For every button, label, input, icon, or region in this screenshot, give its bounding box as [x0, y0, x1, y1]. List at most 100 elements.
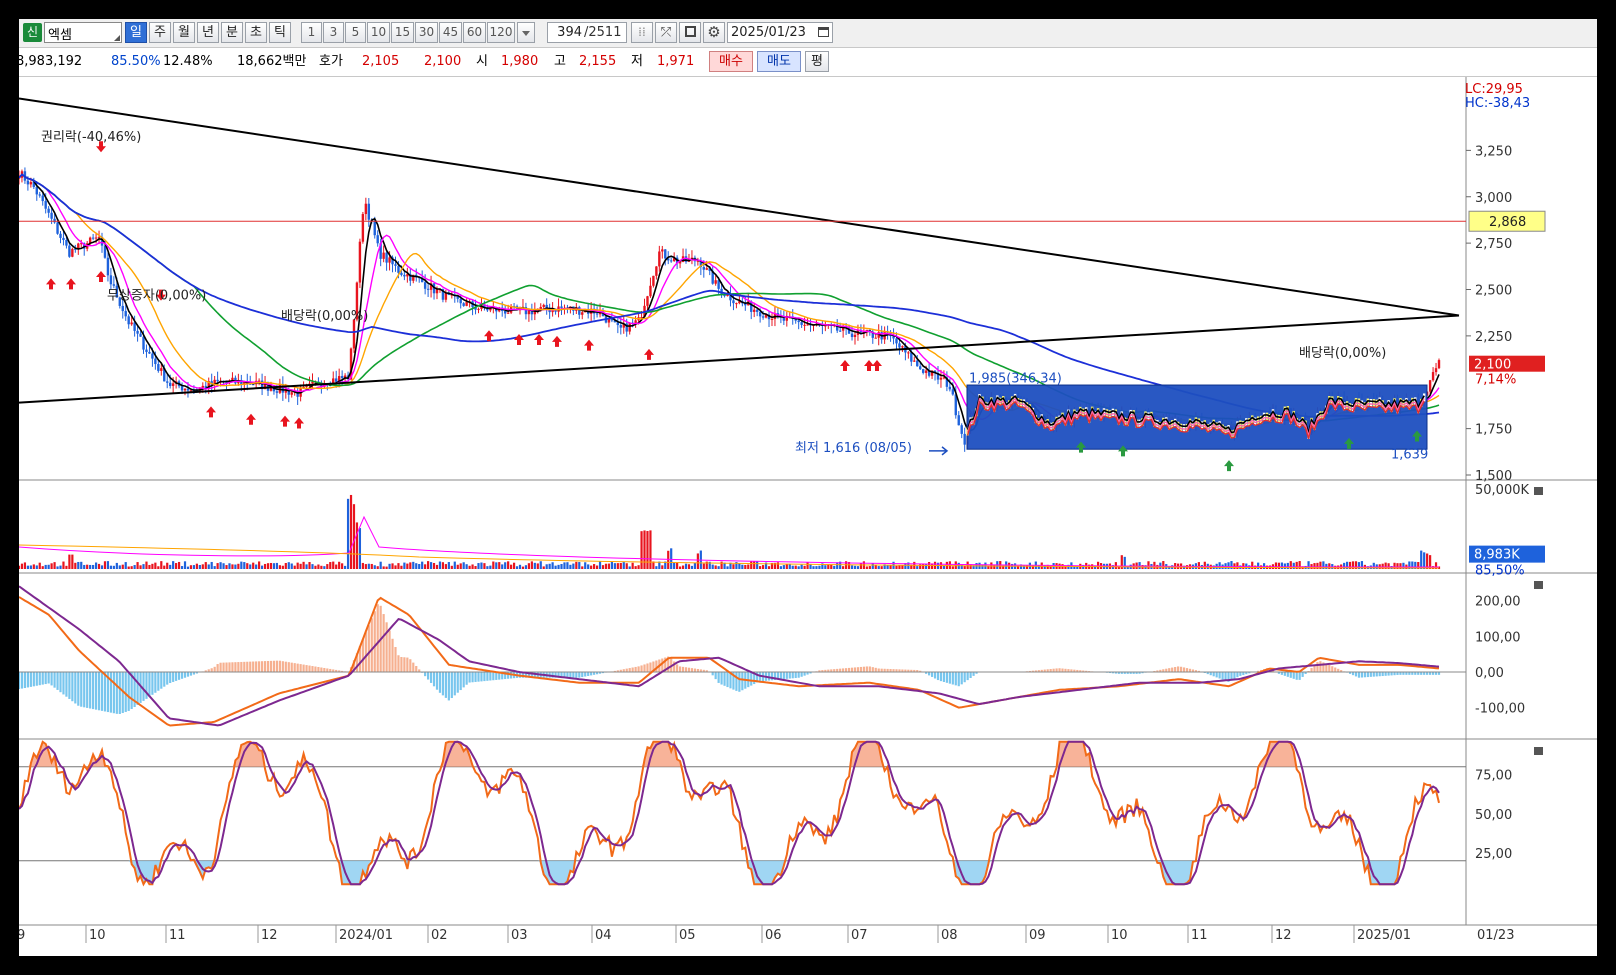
buy-button[interactable]: 매수: [709, 51, 753, 72]
volume-bar: [782, 565, 785, 569]
macd-osc-bar: [1384, 672, 1387, 676]
macd-osc-bar: [41, 672, 44, 685]
period-tab-0[interactable]: 일: [125, 22, 147, 43]
interval-button-0[interactable]: 1: [301, 22, 322, 43]
save-button[interactable]: [679, 22, 701, 43]
candle: [166, 381, 169, 383]
volume-bar: [35, 565, 38, 569]
candle: [388, 257, 391, 263]
macd-osc-bar: [302, 664, 305, 672]
macd-osc-bar: [1179, 666, 1183, 672]
interval-button-3[interactable]: 10: [367, 22, 390, 43]
interval-button-7[interactable]: 60: [463, 22, 486, 43]
interval-button-6[interactable]: 45: [439, 22, 462, 43]
candle: [916, 360, 919, 367]
macd-osc-bar: [1221, 672, 1224, 680]
macd-osc-bar: [94, 672, 98, 710]
period-tab-3[interactable]: 년: [197, 22, 219, 43]
x-tick-label: 2024/01: [339, 928, 393, 943]
x-tick-label: 12: [261, 928, 278, 943]
volume-bar: [1218, 562, 1221, 569]
macd-osc-bar: [1328, 664, 1331, 672]
grid-tool-button[interactable]: ⁞⁞: [631, 22, 653, 43]
macd-osc-bar: [655, 660, 658, 672]
volume-bar: [358, 528, 362, 569]
volume-bar: [74, 562, 77, 569]
period-tab-2[interactable]: 월: [173, 22, 195, 43]
candle: [898, 343, 901, 348]
macd-osc-bar: [189, 672, 193, 676]
panel-close-icon: [1534, 581, 1543, 589]
macd-histogram: [19, 604, 1441, 714]
macd-osc-bar: [687, 667, 691, 672]
macd-osc-bar: [103, 672, 107, 712]
period-tab-1[interactable]: 주: [149, 22, 171, 43]
period-tab-6[interactable]: 틱: [269, 22, 291, 43]
macd-osc-bar: [252, 661, 255, 672]
settings-button[interactable]: ⚙: [703, 22, 725, 43]
stock-name-input[interactable]: 엑셈: [44, 22, 122, 43]
candle: [462, 303, 465, 306]
period-tab-5[interactable]: 초: [245, 22, 267, 43]
volume-bar: [352, 504, 356, 569]
candle: [94, 237, 98, 239]
volume-bar: [47, 564, 50, 569]
macd-osc-bar: [1301, 672, 1304, 677]
volume-bar: [925, 564, 928, 569]
volume-bar: [249, 564, 252, 569]
volume-bar: [326, 564, 329, 569]
macd-osc-bar: [172, 672, 175, 682]
volume-bar: [859, 563, 863, 569]
volume-bar: [640, 531, 643, 569]
volume-bar: [954, 561, 957, 569]
macd-osc-bar: [480, 672, 483, 682]
interval-button-8[interactable]: 120: [487, 22, 515, 43]
macd-osc-bar: [628, 668, 631, 672]
candle: [669, 260, 673, 262]
volume-bar: [19, 565, 21, 569]
eval-button[interactable]: 평: [805, 51, 829, 72]
interval-button-5[interactable]: 30: [415, 22, 438, 43]
crosshair-tool-button[interactable]: ⤱: [655, 22, 677, 43]
period-tab-4[interactable]: 분: [221, 22, 243, 43]
volume-bar: [462, 562, 465, 569]
macd-osc-bar: [424, 672, 427, 677]
volume-bar: [788, 563, 791, 569]
interval-button-1[interactable]: 3: [323, 22, 344, 43]
x-tick-label: 05: [679, 928, 696, 943]
interval-button-4[interactable]: 15: [391, 22, 414, 43]
candle: [91, 237, 95, 239]
candle: [373, 221, 376, 236]
box-candle: [1277, 414, 1281, 423]
candle: [41, 195, 44, 202]
macd-osc-bar: [275, 660, 279, 672]
volume-bar: [343, 565, 347, 569]
volume-bar: [130, 566, 133, 569]
volume-bar: [189, 565, 193, 569]
count-field[interactable]: 394 /2511: [547, 22, 627, 43]
candle: [732, 300, 735, 304]
volume-bar: [696, 553, 699, 569]
volume-bar: [604, 563, 608, 569]
date-field[interactable]: 2025/01/23: [727, 22, 833, 43]
volume-bar: [622, 562, 625, 569]
macd-osc-bar: [450, 672, 453, 699]
x-tick-label: 12: [1275, 928, 1292, 943]
stock-chart[interactable]: 권리락(-40,46%) 무상증자(0,00%) 배당락(0,00%) 배당락(0,0…: [19, 77, 1597, 956]
sell-button[interactable]: 매도: [757, 51, 801, 72]
volume-bar: [367, 563, 370, 569]
macd-osc-bar: [1381, 672, 1384, 677]
candle: [646, 296, 649, 306]
volume-bar: [548, 563, 551, 569]
current-date-label: 01/23: [1477, 928, 1514, 943]
interval-dropdown[interactable]: [517, 22, 535, 43]
volume-bar: [44, 564, 47, 569]
x-tick-label: 11: [1191, 928, 1208, 943]
volume-bar: [922, 563, 925, 569]
candle: [186, 388, 190, 391]
macd-osc-bar: [323, 667, 326, 672]
macd-osc-bar: [180, 672, 184, 679]
candle: [853, 334, 857, 338]
candle: [157, 364, 160, 371]
interval-button-2[interactable]: 5: [345, 22, 366, 43]
